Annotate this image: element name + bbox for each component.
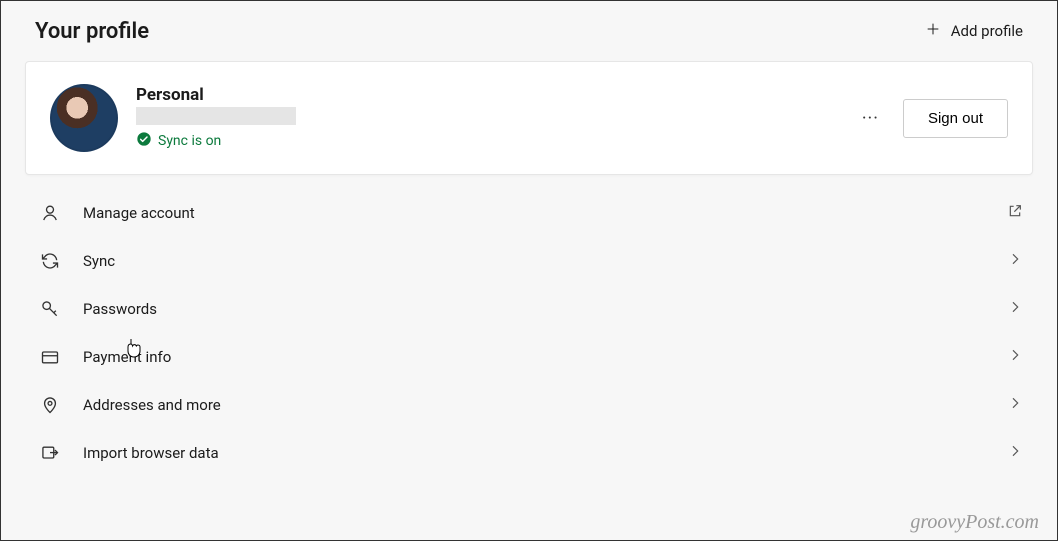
key-icon [39, 299, 61, 319]
profile-card: Personal Sync is on ··· Sign out [25, 61, 1033, 175]
profile-name: Personal [136, 85, 856, 105]
check-circle-icon [136, 131, 152, 151]
add-profile-label: Add profile [951, 22, 1023, 40]
menu-label: Passwords [83, 300, 1007, 318]
import-icon [39, 443, 61, 463]
menu-addresses[interactable]: Addresses and more [25, 381, 1033, 429]
chevron-right-icon [1007, 299, 1023, 319]
chevron-right-icon [1007, 251, 1023, 271]
plus-icon [925, 21, 941, 41]
menu-passwords[interactable]: Passwords [25, 285, 1033, 333]
chevron-right-icon [1007, 443, 1023, 463]
menu-label: Payment info [83, 348, 1007, 366]
card-actions: ··· Sign out [856, 99, 1008, 138]
sign-out-button[interactable]: Sign out [903, 99, 1008, 138]
sync-status: Sync is on [136, 131, 856, 151]
menu-label: Addresses and more [83, 396, 1007, 414]
menu-payment-info[interactable]: Payment info [25, 333, 1033, 381]
external-link-icon [1007, 203, 1023, 223]
menu-label: Sync [83, 252, 1007, 270]
menu-import-browser-data[interactable]: Import browser data [25, 429, 1033, 477]
add-profile-button[interactable]: Add profile [915, 15, 1033, 47]
profile-email-redacted [136, 107, 296, 125]
location-icon [39, 395, 61, 415]
profile-menu: Manage account Sync Passwords Payment in… [25, 189, 1033, 477]
menu-manage-account[interactable]: Manage account [25, 189, 1033, 237]
menu-label: Manage account [83, 204, 1007, 222]
credit-card-icon [39, 347, 61, 367]
sync-status-label: Sync is on [158, 133, 221, 149]
profile-info: Personal Sync is on [136, 85, 856, 151]
more-button[interactable]: ··· [856, 104, 885, 133]
page-title: Your profile [35, 19, 149, 44]
chevron-right-icon [1007, 395, 1023, 415]
page-header: Your profile Add profile [1, 1, 1057, 57]
person-icon [39, 203, 61, 223]
avatar [50, 84, 118, 152]
menu-sync[interactable]: Sync [25, 237, 1033, 285]
refresh-icon [39, 251, 61, 271]
watermark: groovyPost.com [910, 511, 1039, 534]
chevron-right-icon [1007, 347, 1023, 367]
menu-label: Import browser data [83, 444, 1007, 462]
